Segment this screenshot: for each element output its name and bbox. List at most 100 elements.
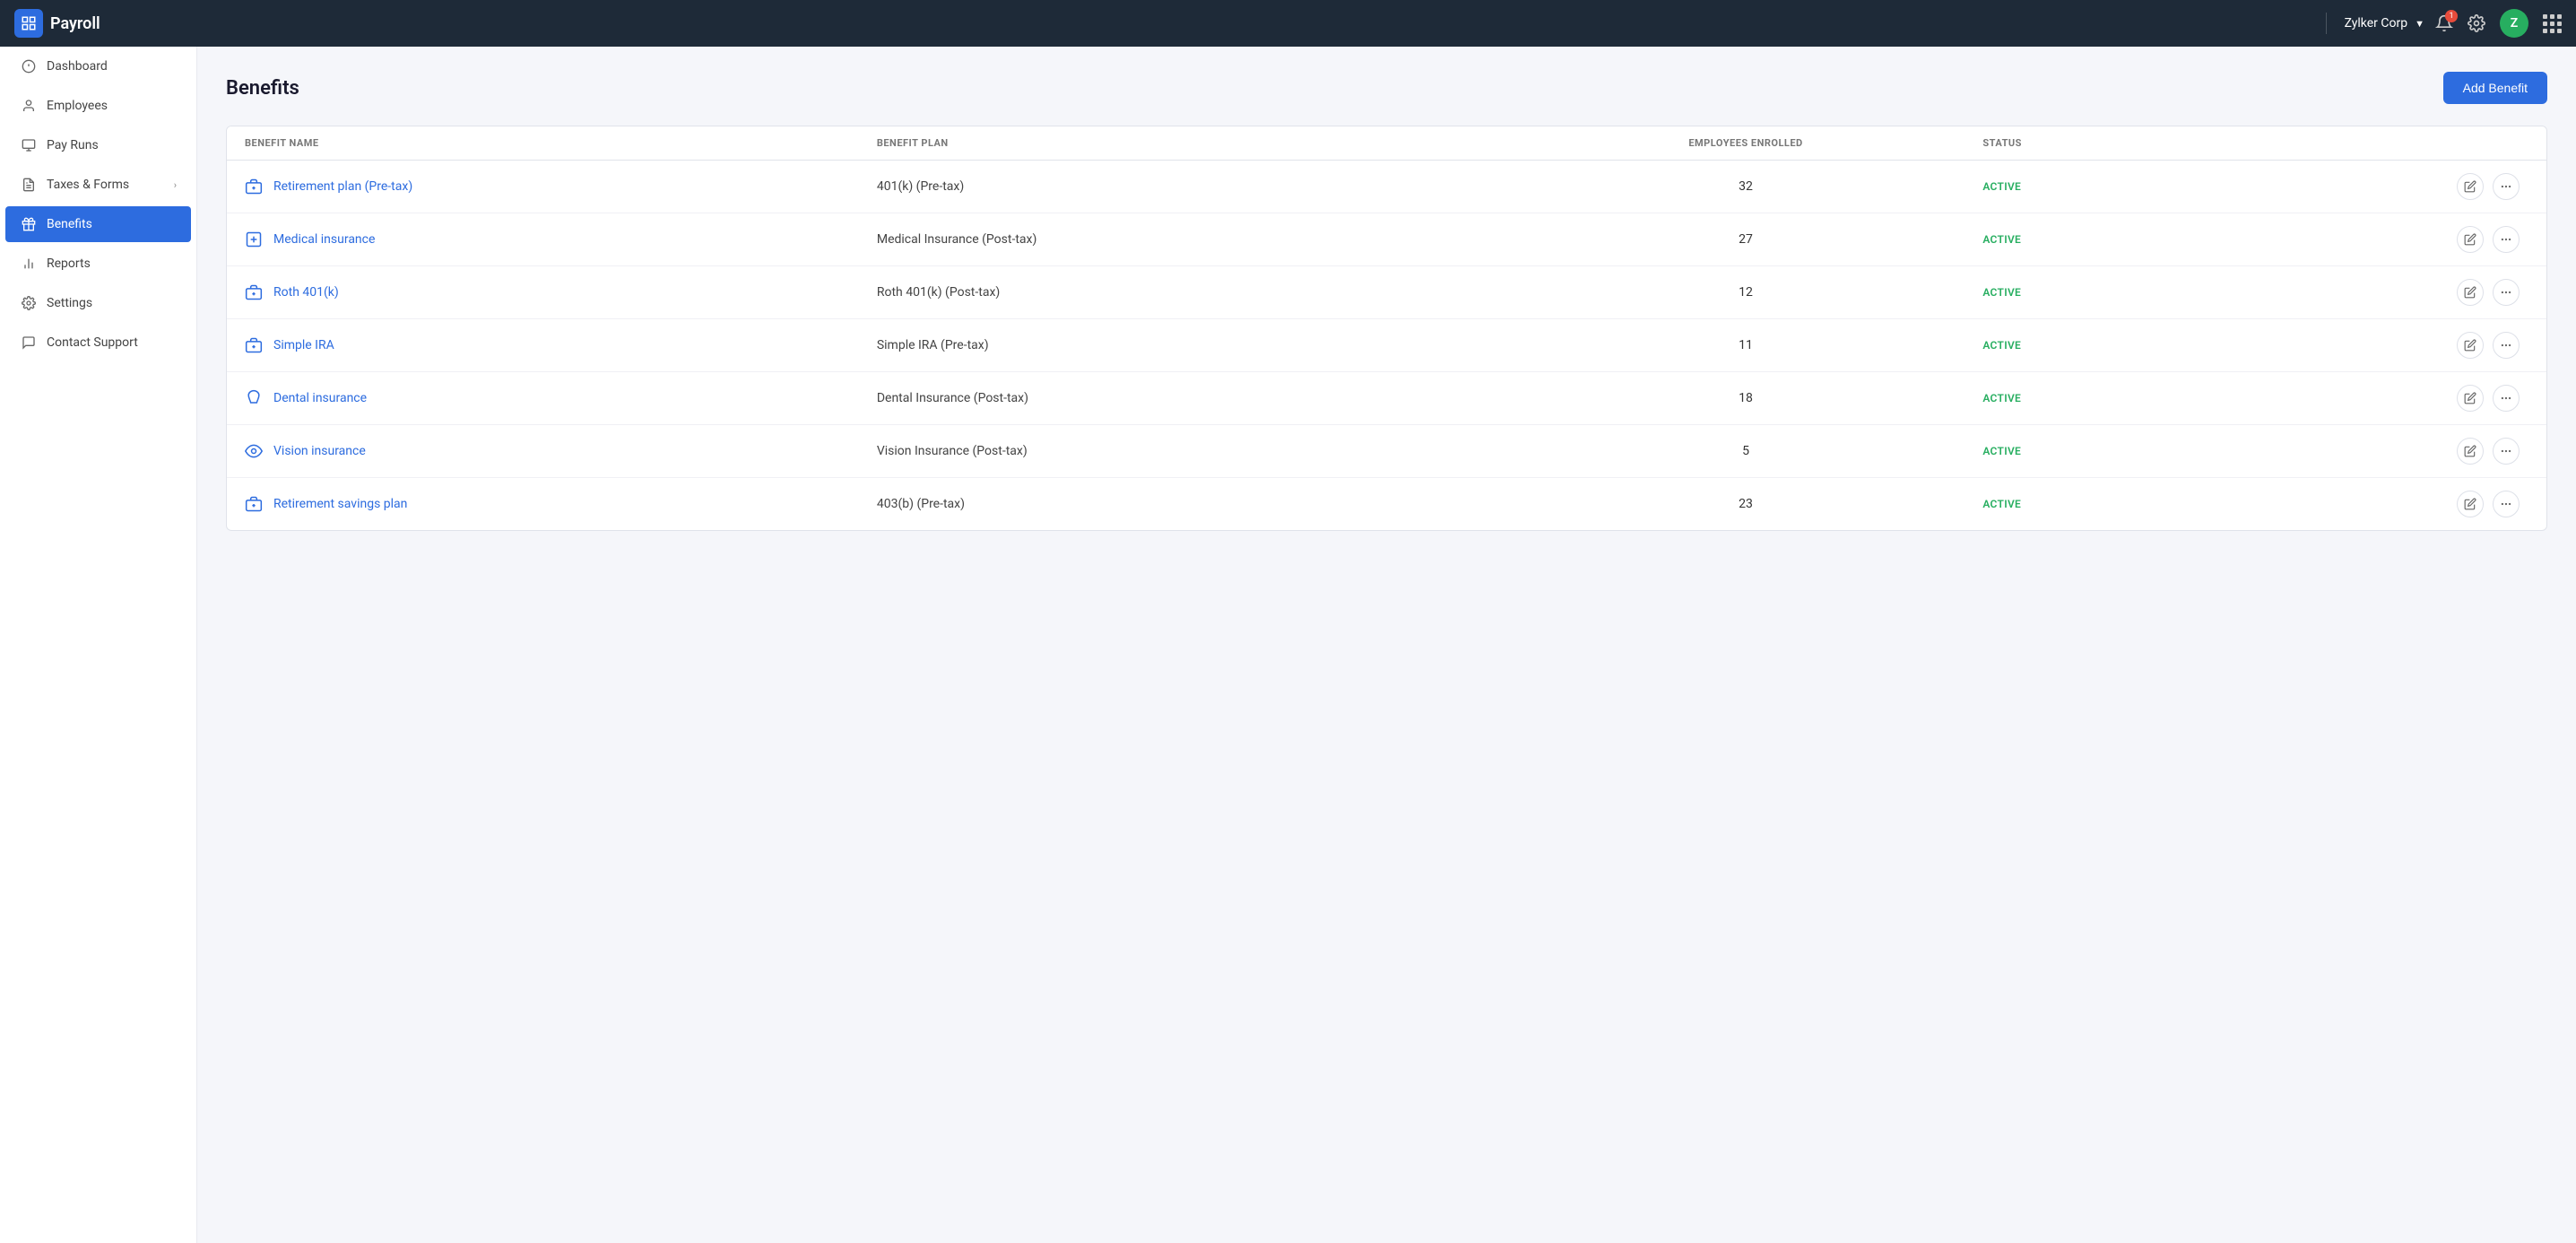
edit-button[interactable] <box>2457 226 2484 253</box>
actions-cell <box>2457 332 2528 359</box>
more-options-button[interactable] <box>2493 332 2520 359</box>
app-name: Payroll <box>50 14 100 33</box>
more-options-button[interactable] <box>2493 279 2520 306</box>
actions-cell <box>2457 385 2528 412</box>
benefit-type-icon <box>245 230 265 248</box>
status-badge: ACTIVE <box>1982 233 2457 246</box>
status-badge: ACTIVE <box>1982 498 2457 510</box>
sidebar-label-contact-support: Contact Support <box>47 335 138 350</box>
edit-button[interactable] <box>2457 279 2484 306</box>
person-icon <box>20 99 38 113</box>
more-options-button[interactable] <box>2493 173 2520 200</box>
page-header: Benefits Add Benefit <box>226 72 2547 104</box>
benefit-type-icon <box>245 336 265 354</box>
edit-button[interactable] <box>2457 173 2484 200</box>
settings-button[interactable] <box>2468 14 2485 32</box>
sidebar-item-pay-runs[interactable]: Pay Runs <box>5 127 191 163</box>
app-logo[interactable]: Payroll <box>14 9 100 38</box>
benefit-name-link[interactable]: Medical insurance <box>273 232 375 247</box>
sidebar-item-taxes-forms[interactable]: Taxes & Forms › <box>5 167 191 203</box>
col-header-benefit-plan: BENEFIT PLAN <box>877 137 1509 149</box>
col-header-status: STATUS <box>1982 137 2457 149</box>
benefit-name-cell: Simple IRA <box>245 336 877 354</box>
table-header: BENEFIT NAME BENEFIT PLAN EMPLOYEES ENRO… <box>227 126 2546 161</box>
pay-runs-icon <box>20 138 38 152</box>
sidebar: Dashboard Employees Pay Runs <box>0 47 197 1243</box>
edit-button[interactable] <box>2457 332 2484 359</box>
benefit-plan-cell: Simple IRA (Pre-tax) <box>877 338 1509 352</box>
actions-cell <box>2457 226 2528 253</box>
top-navigation: Payroll Zylker Corp ▼ 1 Z <box>0 0 2576 47</box>
company-name: Zylker Corp <box>2345 16 2408 30</box>
table-row: Retirement savings plan 403(b) (Pre-tax)… <box>227 478 2546 530</box>
user-avatar[interactable]: Z <box>2500 9 2528 38</box>
enrolled-count-cell: 27 <box>1509 232 1983 247</box>
sidebar-item-benefits[interactable]: Benefits <box>5 206 191 242</box>
enrolled-count-cell: 11 <box>1509 338 1983 352</box>
benefit-type-icon <box>245 389 265 407</box>
col-header-actions <box>2457 137 2528 149</box>
status-badge: ACTIVE <box>1982 445 2457 457</box>
col-header-benefit-name: BENEFIT NAME <box>245 137 877 149</box>
benefit-name-link[interactable]: Simple IRA <box>273 338 334 352</box>
sidebar-label-benefits: Benefits <box>47 217 92 231</box>
settings-sidebar-icon <box>20 296 38 310</box>
benefit-plan-cell: Roth 401(k) (Post-tax) <box>877 285 1509 300</box>
nav-divider <box>2326 13 2327 34</box>
benefit-name-cell: Medical insurance <box>245 230 877 248</box>
table-row: Retirement plan (Pre-tax) 401(k) (Pre-ta… <box>227 161 2546 213</box>
benefit-name-cell: Vision insurance <box>245 442 877 460</box>
enrolled-count-cell: 32 <box>1509 179 1983 194</box>
benefit-plan-cell: Vision Insurance (Post-tax) <box>877 444 1509 458</box>
enrolled-count-cell: 18 <box>1509 391 1983 405</box>
col-header-enrolled: EMPLOYEES ENROLLED <box>1509 137 1983 149</box>
more-options-button[interactable] <box>2493 385 2520 412</box>
benefit-name-cell: Retirement savings plan <box>245 495 877 513</box>
benefit-plan-cell: Dental Insurance (Post-tax) <box>877 391 1509 405</box>
sidebar-label-employees: Employees <box>47 99 108 113</box>
add-benefit-button[interactable]: Add Benefit <box>2443 72 2547 104</box>
chevron-right-icon: › <box>174 179 177 191</box>
edit-button[interactable] <box>2457 491 2484 517</box>
benefit-type-icon <box>245 283 265 301</box>
taxes-icon <box>20 178 38 192</box>
dashboard-icon <box>20 59 38 74</box>
reports-icon <box>20 256 38 271</box>
benefit-name-link[interactable]: Dental insurance <box>273 391 367 405</box>
sidebar-label-pay-runs: Pay Runs <box>47 138 99 152</box>
benefit-type-icon <box>245 442 265 460</box>
benefits-icon <box>20 217 38 231</box>
sidebar-item-contact-support[interactable]: Contact Support <box>5 325 191 361</box>
more-options-button[interactable] <box>2493 491 2520 517</box>
benefits-table: BENEFIT NAME BENEFIT PLAN EMPLOYEES ENRO… <box>226 126 2547 531</box>
page-title: Benefits <box>226 77 299 100</box>
more-options-button[interactable] <box>2493 438 2520 465</box>
table-row: Medical insurance Medical Insurance (Pos… <box>227 213 2546 266</box>
notification-count: 1 <box>2445 10 2458 22</box>
sidebar-label-dashboard: Dashboard <box>47 59 108 74</box>
sidebar-label-taxes-forms: Taxes & Forms <box>47 178 129 192</box>
logo-icon <box>14 9 43 38</box>
table-row: Roth 401(k) Roth 401(k) (Post-tax) 12 AC… <box>227 266 2546 319</box>
sidebar-item-employees[interactable]: Employees <box>5 88 191 124</box>
sidebar-item-dashboard[interactable]: Dashboard <box>5 48 191 84</box>
status-badge: ACTIVE <box>1982 339 2457 352</box>
edit-button[interactable] <box>2457 438 2484 465</box>
table-row: Vision insurance Vision Insurance (Post-… <box>227 425 2546 478</box>
sidebar-item-settings[interactable]: Settings <box>5 285 191 321</box>
benefit-name-link[interactable]: Roth 401(k) <box>273 285 339 300</box>
actions-cell <box>2457 279 2528 306</box>
sidebar-item-reports[interactable]: Reports <box>5 246 191 282</box>
edit-button[interactable] <box>2457 385 2484 412</box>
actions-cell <box>2457 173 2528 200</box>
apps-grid-button[interactable] <box>2543 14 2562 33</box>
enrolled-count-cell: 5 <box>1509 444 1983 458</box>
benefit-name-link[interactable]: Vision insurance <box>273 444 366 458</box>
benefit-name-link[interactable]: Retirement savings plan <box>273 497 407 511</box>
more-options-button[interactable] <box>2493 226 2520 253</box>
benefit-name-link[interactable]: Retirement plan (Pre-tax) <box>273 179 412 194</box>
company-selector[interactable]: Zylker Corp ▼ <box>2345 16 2424 30</box>
status-badge: ACTIVE <box>1982 392 2457 404</box>
actions-cell <box>2457 491 2528 517</box>
notifications-button[interactable]: 1 <box>2435 14 2453 32</box>
